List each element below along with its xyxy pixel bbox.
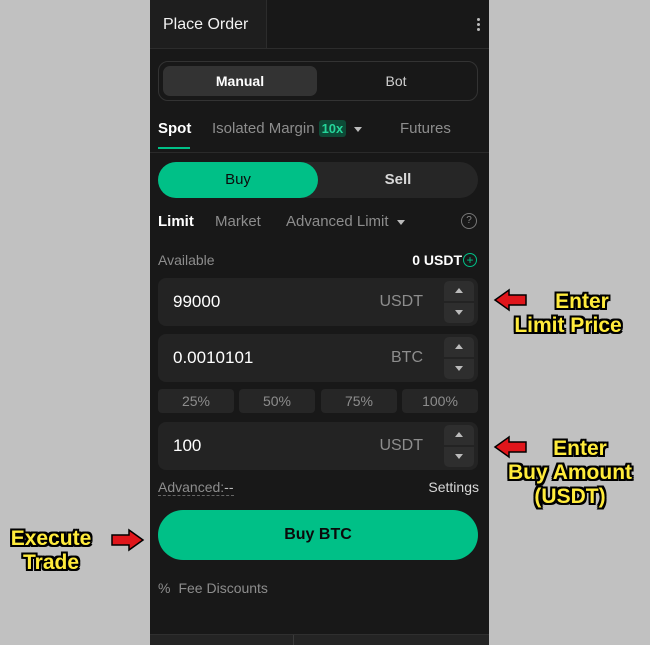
order-type-advanced-limit[interactable]: Advanced Limit xyxy=(286,213,405,230)
total-unit: USDT xyxy=(379,437,423,454)
annotation-execute-line2: Trade xyxy=(22,551,80,574)
available-label: Available xyxy=(158,252,215,268)
advanced-toggle[interactable]: Advanced:-- xyxy=(158,479,234,496)
price-field: USDT xyxy=(158,278,478,326)
bottom-bar xyxy=(150,634,489,645)
leverage-badge: 10x xyxy=(318,120,347,137)
available-balance: 0 USDT xyxy=(412,252,462,268)
annotation-buy-amount-line1: Enter xyxy=(553,437,607,460)
amount-unit: BTC xyxy=(391,349,423,366)
amount-stepper xyxy=(444,337,474,379)
sell-side-button[interactable]: Sell xyxy=(318,162,478,198)
chevron-down-icon xyxy=(455,454,463,459)
tab-futures[interactable]: Futures xyxy=(400,120,451,137)
percent-icon: % xyxy=(158,580,171,596)
price-increment-button[interactable] xyxy=(444,281,474,301)
chevron-down-icon xyxy=(455,366,463,371)
panel-header: Place Order xyxy=(150,0,489,49)
chevron-down-icon xyxy=(354,126,363,132)
total-input[interactable] xyxy=(173,422,363,470)
active-tab-indicator xyxy=(158,147,190,149)
amount-input[interactable] xyxy=(173,334,363,382)
settings-link[interactable]: Settings xyxy=(428,479,479,495)
add-funds-icon[interactable]: + xyxy=(463,253,477,267)
advanced-limit-label: Advanced Limit xyxy=(286,213,389,230)
price-input[interactable] xyxy=(173,278,363,326)
mode-toggle: Manual Bot xyxy=(158,61,478,101)
chevron-up-icon xyxy=(455,288,463,293)
amount-increment-button[interactable] xyxy=(444,337,474,357)
annotation-limit-price-line1: Enter xyxy=(555,290,609,313)
chevron-down-icon xyxy=(396,219,405,225)
price-stepper xyxy=(444,281,474,323)
manual-mode-button[interactable]: Manual xyxy=(163,66,317,96)
total-increment-button[interactable] xyxy=(444,425,474,445)
amount-decrement-button[interactable] xyxy=(444,359,474,379)
fee-discounts-link[interactable]: % Fee Discounts xyxy=(158,580,268,596)
bot-mode-button[interactable]: Bot xyxy=(319,66,473,96)
percent-50-button[interactable]: 50% xyxy=(239,389,315,413)
tab-isolated-margin-label: Isolated Margin xyxy=(212,120,315,137)
percent-25-button[interactable]: 25% xyxy=(158,389,234,413)
chevron-up-icon xyxy=(455,344,463,349)
order-type-limit[interactable]: Limit xyxy=(158,213,194,230)
annotation-buy-amount-line3: (USDT) xyxy=(534,485,606,508)
price-decrement-button[interactable] xyxy=(444,303,474,323)
side-toggle: Buy Sell xyxy=(158,162,478,198)
annotation-limit-price: Enter Limit Price xyxy=(498,290,638,338)
advanced-label: Advanced: xyxy=(158,479,225,495)
arrow-execute-trade-icon xyxy=(111,528,145,552)
annotation-buy-amount-line2: Buy Amount xyxy=(507,461,633,484)
annotation-execute-trade: Execute Trade xyxy=(0,527,102,575)
buy-btc-button[interactable]: Buy BTC xyxy=(158,510,478,560)
chevron-up-icon xyxy=(455,432,463,437)
order-type-market[interactable]: Market xyxy=(215,213,261,230)
total-field: USDT xyxy=(158,422,478,470)
annotation-limit-price-line2: Limit Price xyxy=(514,314,622,337)
price-unit: USDT xyxy=(379,293,423,310)
help-icon[interactable]: ? xyxy=(461,213,477,229)
percent-100-button[interactable]: 100% xyxy=(402,389,478,413)
amount-field: BTC xyxy=(158,334,478,382)
percent-75-button[interactable]: 75% xyxy=(321,389,397,413)
more-options-icon[interactable] xyxy=(477,18,481,33)
annotation-buy-amount: Enter Buy Amount (USDT) xyxy=(492,437,648,509)
total-stepper xyxy=(444,425,474,467)
fee-discounts-label: Fee Discounts xyxy=(178,580,268,596)
tab-spot[interactable]: Spot xyxy=(158,120,191,137)
total-decrement-button[interactable] xyxy=(444,447,474,467)
annotation-execute-line1: Execute xyxy=(10,527,92,550)
market-tabs: Spot Isolated Margin 10x Futures xyxy=(150,112,489,153)
buy-side-button[interactable]: Buy xyxy=(158,162,318,198)
tab-isolated-margin[interactable]: Isolated Margin 10x xyxy=(212,120,363,137)
place-order-panel: Place Order Manual Bot Spot Isolated Mar… xyxy=(150,0,489,645)
chevron-down-icon xyxy=(455,310,463,315)
tab-place-order[interactable]: Place Order xyxy=(150,0,267,48)
advanced-value: -- xyxy=(224,479,234,495)
